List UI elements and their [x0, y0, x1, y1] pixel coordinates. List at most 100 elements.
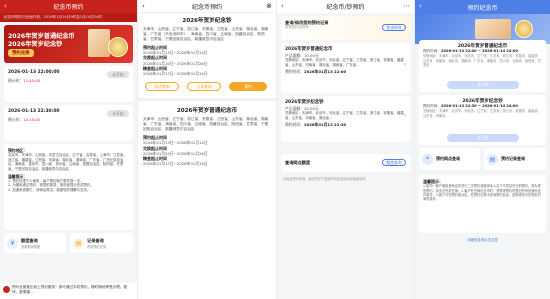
banknote-image [88, 29, 110, 57]
countdown-value: 11:45:40 [23, 78, 41, 84]
product-card: 2026年贺岁纪念钞 预约时间：2026-01-13 22:30 ~ 2026-… [419, 95, 546, 145]
quota-query-button[interactable]: 额度查询 [382, 159, 406, 166]
coin-image [108, 37, 128, 57]
query-record-card[interactable]: 查询/修改您的预约记录 查看预约及修改 查询修改 [281, 16, 410, 40]
bottom-note: 为保证预约体验，建议同步下载操作系统及版本至最新版本 [283, 177, 366, 181]
slot-card: 2026-01-13 22:30:00 倒计时：12:15:40 未开始 [4, 105, 133, 141]
tile-subtitle: 查询预约记录 [87, 244, 107, 249]
record-query-tile[interactable]: ▤ 记录查询 查询预约记录 [70, 233, 133, 253]
region-label: 兑换地区： [285, 111, 302, 116]
coin-image [515, 20, 533, 38]
section-coin: 2026年贺岁普通纪念币 天津市、山西省、辽宁省、浙江省、安徽省、江西省、山东省… [138, 101, 276, 166]
region-list: 天津市、山西省、辽宁省、浙江省、安徽省、江西省、山东省、湖北省、湖南省、广东省（… [143, 27, 269, 41]
book-button[interactable]: 预约 [229, 82, 267, 92]
quick-tiles: ⌖ 预约网点查询 ▤ 预约记录查询 [419, 148, 546, 172]
region-label: 兑换地区： [285, 58, 302, 63]
appt-label: 预约时间： [423, 49, 441, 54]
action-row: 网点查询 记录查询 预约 [143, 79, 271, 95]
not-started-button[interactable]: 未开始 [107, 110, 129, 117]
chevron-right-icon: › [403, 112, 406, 119]
tile-title: 预约网点查询 [436, 156, 460, 161]
page-title: 预约纪念币 [467, 4, 498, 12]
panel-reserve-coin: ‹ 预约纪念币 2026年贺岁普通纪念币 预约时间：2026-01-13 22:… [415, 0, 550, 299]
record-icon: ▤ [73, 237, 84, 249]
region-label: 兑换地区： [423, 109, 439, 114]
finish-range: 2026年01月17日~2026年01月19日 [143, 161, 208, 167]
product-card[interactable]: 2026年贺岁普通纪念币 产品面额：10.00元 兑换地区：天津市、北京市、河北… [281, 43, 410, 93]
appt-label: 预约时间： [285, 121, 304, 127]
region-list: 天津市、北京市、河北省、辽宁省、江苏省、浙江省、安徽省、福建省、山东省、河南省、… [285, 58, 404, 67]
query-modify-button[interactable]: 查询修改 [382, 24, 406, 31]
countdown-value: 12:15:40 [23, 117, 41, 123]
promo-banner[interactable]: 2026年贺岁普通纪念币 2026年贺岁纪念钞 预约兑换 [4, 25, 133, 63]
banner-line2: 2026年贺岁纪念钞 [8, 41, 63, 48]
region-list: 天津市、山西省、辽宁省、浙江省、安徽省、江西省、山东省、湖北省、湖南省、广东省、… [143, 117, 269, 132]
appt-time: 2026-01-13 22:00 ~ 2026-01-14 24:00 [440, 49, 518, 54]
bank-logo-icon [3, 286, 10, 293]
section-title: 2026年贺岁纪念钞 [182, 18, 232, 24]
panel-coin-note-booking: ‹ 纪念币/钞预约 ⋯ 查询/修改您的预约记录 查看预约及修改 查询修改 202… [277, 0, 414, 299]
tips-text: 1.如同一客户使用其他证件进行二次预约或使用本人名下不同证件分别预约，视为重复预… [423, 184, 541, 202]
region-label: 兑换地区： [423, 54, 439, 59]
more-icon[interactable]: ⋯ [403, 2, 410, 10]
product-card: 2026年贺岁普通纪念币 预约时间：2026-01-13 22:00 ~ 202… [419, 40, 546, 92]
slot-card: 2026-01-13 22:00:00 倒计时：11:45:40 未开始 [4, 66, 133, 102]
quota-query-tile[interactable]: ¥ 额度查询 查看剩余额度 [4, 233, 66, 253]
product-name: 2026年贺岁普通纪念币 [285, 47, 333, 52]
region-list: 天津市、北京市、河北省、辽宁省、江苏省、浙江省、安徽省、福建省、山东省、河南省、… [285, 111, 404, 120]
details-link[interactable]: 详细信息请点击这里 [415, 236, 550, 243]
location-icon: ⌖ [422, 153, 433, 165]
not-started-button[interactable]: 未开始 [107, 71, 129, 78]
appt-time: 2026-01-13 22:30 ~ 2026-01-14 24:00 [440, 104, 518, 109]
page-title: 纪念币预约 [191, 3, 222, 11]
outlet-query-button[interactable]: 网点查询 [145, 82, 179, 92]
back-icon[interactable]: ‹ [4, 2, 7, 10]
region-list: 北京市、天津市、山西省、内蒙古自治区、辽宁省、吉林省、上海市、江苏省、浙江省、福… [8, 153, 127, 171]
not-started-button[interactable]: 未开始 [447, 134, 519, 142]
tile-subtitle: 查看剩余额度 [21, 244, 41, 249]
countdown-label: 倒计时： [8, 78, 24, 84]
record-query-tile[interactable]: ▤ 预约记录查询 [484, 148, 546, 170]
not-started-button[interactable]: 未开始 [447, 81, 519, 89]
tip-item: 3. 如遇系统繁忙，请稍后再试，感谢您的理解与支持。 [8, 187, 91, 192]
quota-card[interactable]: 查询网点额度 额度查询 [281, 154, 410, 172]
appt-label: 预约时间： [285, 68, 304, 74]
panel-coin-booking-detail: ‹ 纪念币预约 ⊗ 2026年贺岁纪念钞 天津市、山西省、辽宁省、浙江省、安徽省… [138, 0, 276, 299]
record-query-button[interactable]: 记录查询 [187, 82, 221, 92]
footer-text: 预约全面推出线上预约服务！即可通过手机预约，随时随地享受办理，更快、更便捷... [12, 285, 127, 294]
panel-coin-reservation: ‹ 纪念币预约 纪念币预约已全面开放，2026年1月14日9时至1月14日24时… [0, 0, 137, 299]
tile-title: 额度查询 [21, 237, 38, 243]
banner-line3: 预约兑换 [8, 49, 34, 57]
outlet-query-tile[interactable]: ⌖ 预约网点查询 [419, 148, 480, 170]
document-icon: ▤ [487, 153, 498, 165]
back-icon[interactable]: ‹ [419, 2, 422, 10]
product-name: 2026年贺岁纪念钞 [285, 100, 324, 105]
tile-title: 预约记录查询 [501, 156, 525, 161]
page-title: 纪念币/钞预约 [326, 4, 365, 11]
appt-label: 预约时间： [423, 104, 441, 109]
notice-bar: 纪念币预约已全面开放，2026年1月14日9时至1月14日24时 [0, 13, 137, 22]
quick-tiles: ¥ 额度查询 查看剩余额度 ▤ 记录查询 查询预约记录 [4, 233, 133, 255]
section-note: 2026年贺岁纪念钞 天津市、山西省、辽宁省、浙江省、安徽省、江西省、山东省、湖… [138, 13, 276, 95]
back-icon[interactable]: ‹ [142, 2, 145, 10]
finish-range: 2026年01月17日~2026年01月19日 [143, 71, 208, 77]
section-title: 2026年贺岁普通纪念币 [176, 108, 238, 115]
header: ‹ 纪念币预约 [0, 0, 137, 13]
header: ‹ 纪念币/钞预约 ⋯ [277, 0, 414, 13]
quota-icon: ¥ [7, 237, 18, 249]
region-list: 天津市、北京市、河北省、辽宁省、江苏省、浙江省、安徽省、福建省、山东省、河南省、… [423, 54, 541, 68]
back-icon[interactable]: ‹ [281, 2, 284, 10]
page-title: 纪念币预约 [53, 4, 84, 11]
countdown-label: 倒计时： [8, 117, 24, 123]
info-card: 预约地区： 北京市、天津市、山西省、内蒙古自治区、辽宁省、吉林省、上海市、江苏省… [4, 144, 133, 230]
appt-time: 2026年01月13 22:00 [303, 68, 347, 74]
close-icon[interactable]: ⊗ [266, 2, 272, 10]
region-list: 天津市、北京市、河北省、辽宁省、江苏省、浙江省、安徽省、福建省、山东省、河南省.… [423, 109, 541, 118]
appt-time: 2026年01月13 22:30 [303, 121, 347, 127]
tile-title: 记录查询 [87, 237, 104, 243]
footer-banner[interactable]: 预约全面推出线上预约服务！即可通过手机预约，随时随地享受办理，更快、更便捷... [0, 283, 137, 299]
banknote-image [475, 19, 511, 39]
header: ‹ 纪念币预约 ⊗ [138, 0, 276, 13]
product-card[interactable]: 2026年贺岁纪念钞 产品面额：20.00元 兑换地区：天津市、北京市、河北省、… [281, 96, 410, 142]
tips-card: 温馨提示： 1.如同一客户使用其他证件进行二次预约或使用本人名下不同证件分别预约… [419, 175, 546, 233]
